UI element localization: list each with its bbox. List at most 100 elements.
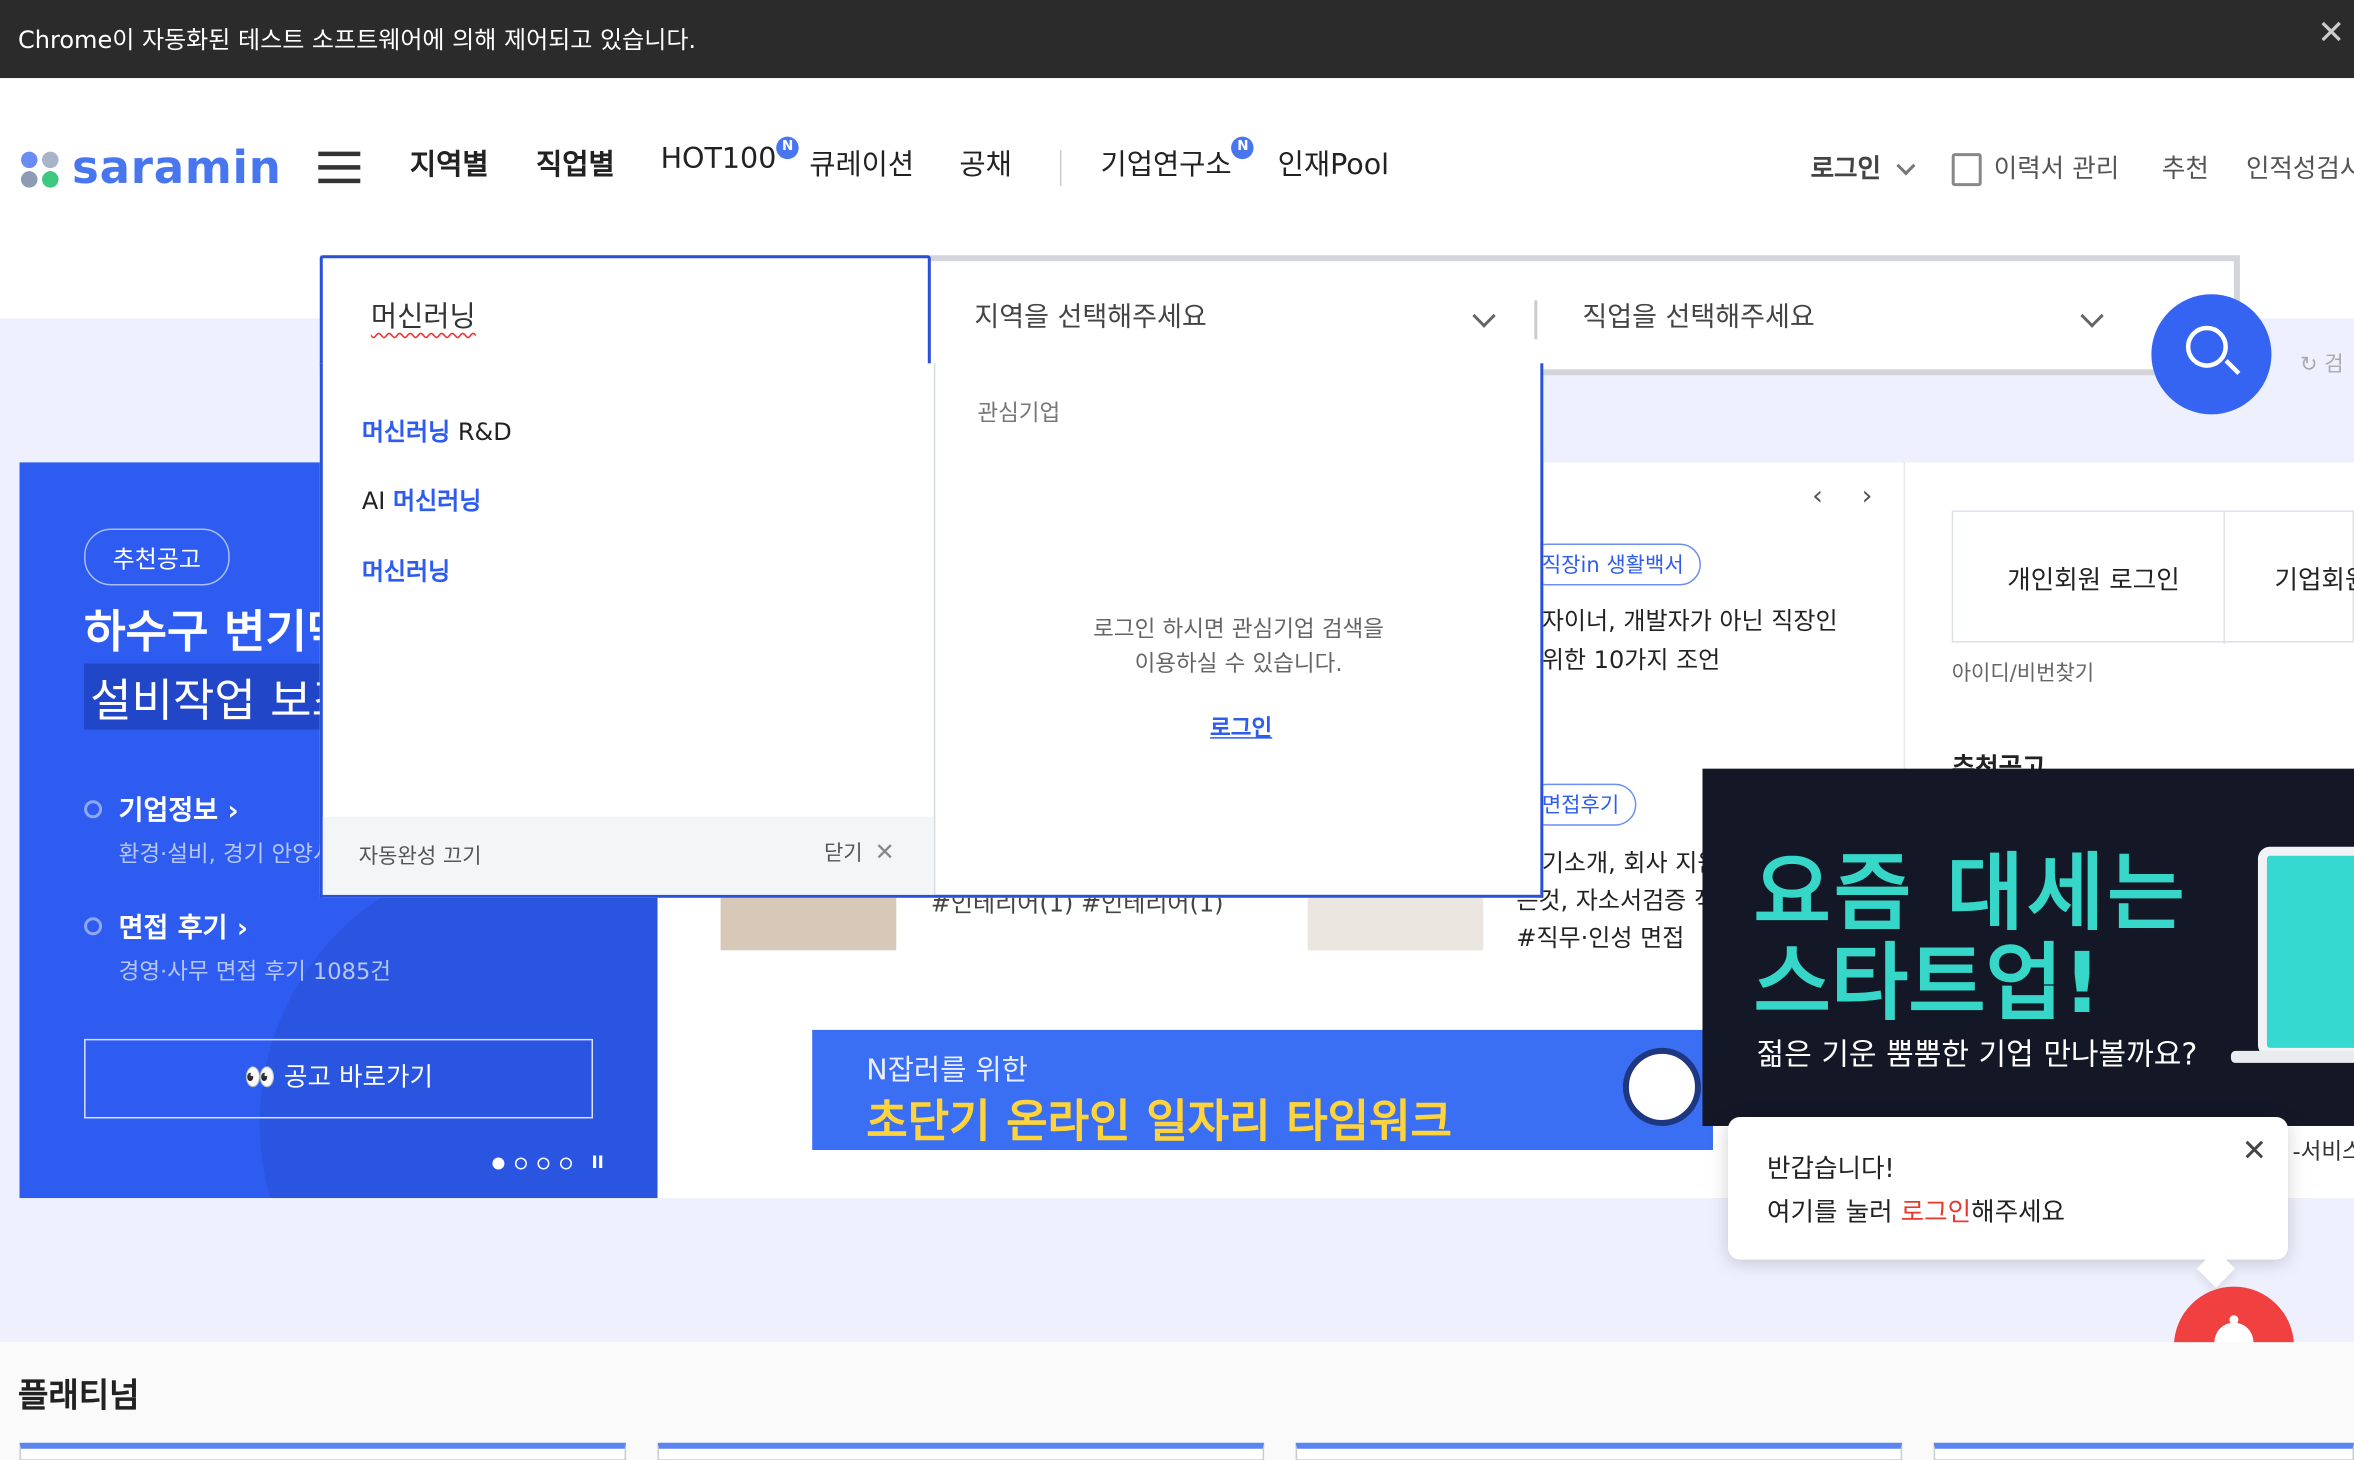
resume-manage-label: 이력서 관리 bbox=[1993, 154, 2120, 185]
interview-review-link[interactable]: 면접 후기 › bbox=[119, 907, 248, 946]
aptitude-test-link[interactable]: 인적성검사 bbox=[2246, 147, 2354, 185]
logo-text: saramin bbox=[72, 141, 282, 195]
suggestion-item[interactable]: AI 머신러닝 bbox=[362, 480, 482, 516]
close-infobar-icon[interactable]: ✕ bbox=[2317, 15, 2345, 53]
autocomplete-off-button[interactable]: 자동완성 끄기 bbox=[359, 841, 482, 871]
dropdown-login-link[interactable]: 로그인 bbox=[1210, 712, 1272, 744]
prev-arrow-icon[interactable]: ‹ bbox=[1812, 480, 1823, 512]
job-select[interactable]: 직업을 선택해주세요 bbox=[1582, 296, 1814, 335]
suggestion-list: 머신러닝 R&D AI 머신러닝 머신러닝 자동완성 끄기 닫기 ✕ bbox=[322, 363, 936, 895]
automation-infobar: Chrome이 자동화된 테스트 소프트웨어에 의해 제어되고 있습니다. ✕ bbox=[0, 0, 2354, 79]
interest-company-message: 로그인 하시면 관심기업 검색을 이용하실 수 있습니다. bbox=[1093, 615, 1384, 678]
automation-message: Chrome이 자동화된 테스트 소프트웨어에 의해 제어되고 있습니다. bbox=[18, 25, 697, 55]
platinum-title: 플래티넘 bbox=[18, 1378, 140, 1416]
feed-article-title-2[interactable]: 위한 10가지 조언 bbox=[1542, 640, 1720, 676]
bullet-icon bbox=[84, 917, 103, 936]
corporate-login-tab[interactable]: 기업회원 bbox=[2274, 558, 2354, 596]
close-tooltip-icon[interactable]: ✕ bbox=[2242, 1132, 2267, 1168]
timework-banner[interactable]: N잡러를 위한 초단기 온라인 일자리 타임워크 bbox=[812, 1029, 1713, 1150]
new-badge: N bbox=[776, 136, 799, 160]
select-divider bbox=[1534, 300, 1538, 340]
search-button[interactable] bbox=[2151, 294, 2272, 415]
close-label: 닫기 bbox=[823, 842, 863, 867]
tooltip-instruction: 여기를 눌러 로그인해주세요 bbox=[1767, 1198, 2066, 1229]
ad-headline-2: 스타트업! bbox=[1753, 935, 2102, 1033]
find-id-password-link[interactable]: 아이디/비번찾기 bbox=[1952, 658, 2094, 688]
recent-search[interactable]: ↻ 검 bbox=[2300, 348, 2344, 378]
saramin-logo[interactable]: saramin bbox=[18, 141, 282, 195]
interview-review-desc: 경영·사무 면접 후기 1085건 bbox=[118, 957, 392, 985]
carousel-indicator: II bbox=[492, 1153, 604, 1173]
promo-title[interactable]: 하수구 변기막 bbox=[84, 595, 348, 661]
nav-curation[interactable]: 큐레이션 bbox=[809, 143, 914, 184]
feed-article-title[interactable]: 자이너, 개발자가 아닌 직장인 bbox=[1542, 601, 1838, 637]
refresh-icon: ↻ bbox=[2299, 352, 2318, 377]
nav-hot100-label: HOT100 bbox=[660, 142, 777, 176]
recent-search-label: 검 bbox=[2324, 352, 2344, 377]
service-text: -서비스 bbox=[2292, 1137, 2354, 1166]
promo-subtitle[interactable]: 설비작업 보조 bbox=[84, 663, 360, 730]
personal-login-tab[interactable]: 개인회원 로그인 bbox=[2007, 558, 2179, 596]
nav-company-lab[interactable]: 기업연구소N bbox=[1100, 136, 1255, 184]
nav-talent-pool[interactable]: 인재Pool bbox=[1278, 143, 1390, 184]
company-info-link[interactable]: 기업정보 › bbox=[119, 790, 239, 829]
recommend-link[interactable]: 추천 bbox=[2162, 147, 2209, 185]
carousel-dot[interactable] bbox=[559, 1156, 572, 1169]
carousel-dot[interactable] bbox=[492, 1156, 505, 1169]
new-badge: N bbox=[1231, 136, 1255, 160]
banner-line1: N잡러를 위한 bbox=[866, 1053, 1028, 1087]
autocomplete-footer: 자동완성 끄기 닫기 ✕ bbox=[322, 816, 934, 895]
nav-region[interactable]: 지역별 bbox=[410, 143, 489, 184]
tooltip-greeting: 반갑습니다! bbox=[1767, 1154, 1895, 1185]
laptop-illustration bbox=[2257, 846, 2354, 1057]
laptop-base bbox=[2230, 1050, 2354, 1063]
suggestion-item[interactable]: 머신러닝 bbox=[362, 551, 450, 587]
article-thumbnail[interactable] bbox=[720, 894, 897, 951]
ad-subtext: 젊은 기운 뿜뿜한 기업 만나볼까요? bbox=[1756, 1035, 2198, 1072]
feed-review-hashtags[interactable]: #직무·인성 면접 bbox=[1516, 917, 1684, 953]
autocomplete-dropdown: 머신러닝 R&D AI 머신러닝 머신러닝 자동완성 끄기 닫기 ✕ 관심기업 로… bbox=[319, 363, 1544, 898]
tag-office-life[interactable]: 직장in 생활백서 bbox=[1525, 543, 1701, 586]
suggestion-item[interactable]: 머신러닝 R&D bbox=[362, 411, 512, 447]
interview-review-label: 면접 후기 bbox=[118, 912, 228, 945]
recommended-pill: 추천공고 bbox=[84, 528, 230, 586]
nav-company-lab-label: 기업연구소 bbox=[1100, 148, 1232, 182]
resume-manage-link[interactable]: 이력서 관리 bbox=[1951, 147, 2120, 187]
go-to-posting-button[interactable]: 👀 공고 바로가기 bbox=[84, 1038, 594, 1119]
pause-icon[interactable]: II bbox=[592, 1153, 604, 1173]
resume-icon bbox=[1951, 153, 1982, 187]
login-menu-label: 로그인 bbox=[1810, 154, 1882, 185]
search-input[interactable]: 머신러닝 bbox=[319, 255, 931, 370]
feed-review-line-2[interactable]: 는것, 자소서검증 직 bbox=[1516, 880, 1716, 916]
review-thumbnail[interactable] bbox=[1307, 894, 1484, 951]
search-icon bbox=[2185, 325, 2228, 368]
carousel-dot[interactable] bbox=[537, 1156, 550, 1169]
clock-icon bbox=[1622, 1047, 1701, 1126]
nav-divider bbox=[1059, 150, 1062, 187]
interest-company-header: 관심기업 bbox=[977, 399, 1061, 427]
next-arrow-icon[interactable]: › bbox=[1862, 480, 1873, 512]
platinum-card[interactable] bbox=[1295, 1442, 1903, 1460]
nav-job[interactable]: 직업별 bbox=[536, 143, 615, 184]
bullet-icon bbox=[84, 800, 103, 819]
chevron-down-icon bbox=[1896, 156, 1916, 176]
company-info-label: 기업정보 bbox=[118, 795, 219, 828]
login-menu[interactable]: 로그인 bbox=[1810, 147, 1916, 185]
region-select[interactable]: 지역을 선택해주세요 bbox=[974, 296, 1206, 335]
carousel-dot[interactable] bbox=[514, 1156, 527, 1169]
logo-dots-icon bbox=[18, 146, 63, 191]
hamburger-menu-icon[interactable] bbox=[318, 151, 361, 185]
close-icon: ✕ bbox=[874, 837, 895, 867]
company-info-desc: 환경·설비, 경기 안양시 bbox=[118, 840, 334, 868]
nav-hot100[interactable]: HOT100 N bbox=[660, 136, 799, 176]
platinum-card[interactable] bbox=[1933, 1442, 2354, 1460]
platinum-card[interactable] bbox=[657, 1442, 1265, 1460]
banner-line2: 초단기 온라인 일자리 타임워크 bbox=[866, 1095, 1452, 1149]
search-query: 머신러닝 bbox=[370, 300, 476, 334]
feed-review-line[interactable]: 기소개, 회사 지원 bbox=[1542, 842, 1720, 878]
startup-ad-banner[interactable]: 요즘 대세는 스타트업! 젊은 기운 뿜뿜한 기업 만나볼까요? bbox=[1702, 768, 2354, 1126]
nav-public-recruit[interactable]: 공채 bbox=[959, 143, 1011, 184]
autocomplete-close-button[interactable]: 닫기 ✕ bbox=[824, 838, 895, 868]
login-tooltip[interactable]: 반갑습니다! 여기를 눌러 로그인해주세요 ✕ bbox=[1727, 1116, 2288, 1288]
platinum-card[interactable] bbox=[19, 1442, 627, 1460]
